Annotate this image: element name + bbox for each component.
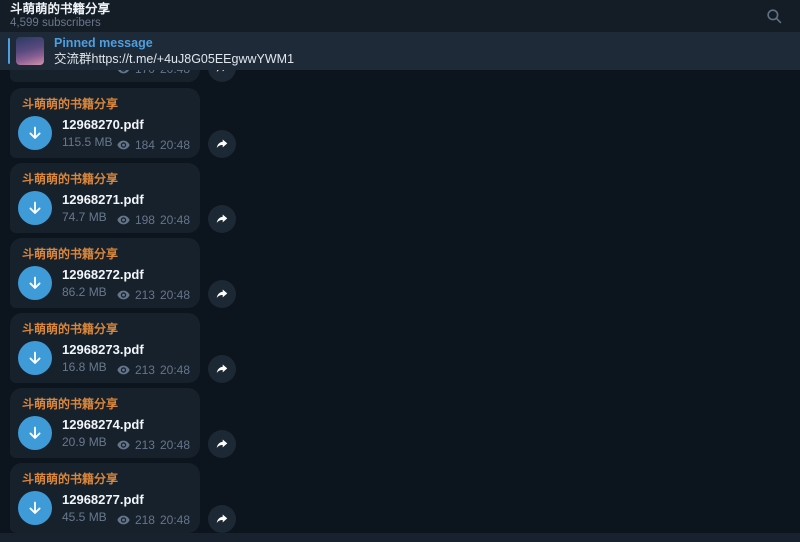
message-bubble: 斗萌萌的书籍分享 12968271.pdf 74.7 MB: [10, 163, 200, 233]
message-meta: 213 20:48: [117, 363, 190, 377]
message-meta: 213 20:48: [117, 438, 190, 452]
eye-icon: [117, 215, 130, 225]
download-button[interactable]: [18, 416, 52, 450]
message-time: 20:48: [160, 438, 190, 452]
file-name[interactable]: 12968270.pdf: [62, 117, 144, 133]
view-count: 213: [135, 288, 155, 302]
message-time: 20:48: [160, 363, 190, 377]
message-time: 20:48: [160, 213, 190, 227]
message-row: 斗萌萌的书籍分享 12968273.pdf 16.8 MB: [10, 313, 250, 383]
forward-button[interactable]: [208, 355, 236, 383]
forward-button[interactable]: [208, 430, 236, 458]
message-bubble: 斗萌萌的书籍分享 12968272.pdf 86.2 MB: [10, 238, 200, 308]
sender-name[interactable]: 斗萌萌的书籍分享: [10, 463, 200, 487]
sender-name[interactable]: 斗萌萌的书籍分享: [10, 388, 200, 412]
message-row: 斗萌萌的书籍分享 12968271.pdf 74.7 MB: [10, 163, 250, 233]
forward-button[interactable]: [208, 505, 236, 533]
sender-name[interactable]: 斗萌萌的书籍分享: [10, 313, 200, 337]
view-count: 213: [135, 438, 155, 452]
message-time: 20:48: [160, 138, 190, 152]
telegram-channel-window: 斗萌萌的书籍分享 4,599 subscribers Pinned messag…: [0, 0, 800, 542]
view-count: 184: [135, 138, 155, 152]
sender-name[interactable]: 斗萌萌的书籍分享: [10, 238, 200, 262]
download-button[interactable]: [18, 191, 52, 225]
forward-button[interactable]: [208, 280, 236, 308]
message-scroll-area[interactable]: 170 20:48 斗萌萌的书籍分享: [0, 70, 800, 533]
message-time: 20:48: [160, 513, 190, 527]
message-row: 斗萌萌的书籍分享 12968274.pdf 20.9 MB: [10, 388, 250, 458]
pinned-thumbnail: [16, 37, 44, 65]
message-bubble: 斗萌萌的书籍分享 12968274.pdf 20.9 MB: [10, 388, 200, 458]
pinned-message-bar[interactable]: Pinned message 交流群https://t.me/+4uJ8G05E…: [0, 32, 800, 70]
pinned-label: Pinned message: [54, 36, 294, 51]
message-row: 斗萌萌的书籍分享 12968272.pdf 86.2 MB: [10, 238, 250, 308]
eye-icon: [117, 140, 130, 150]
pinned-accent-bar: [8, 38, 10, 64]
compose-area-edge: [0, 533, 800, 542]
chat-header-info[interactable]: 斗萌萌的书籍分享 4,599 subscribers: [10, 2, 110, 31]
file-name[interactable]: 12968271.pdf: [62, 192, 144, 208]
message-meta: 218 20:48: [117, 513, 190, 527]
message-bubble: 斗萌萌的书籍分享 12968277.pdf 45.5 MB: [10, 463, 200, 533]
download-button[interactable]: [18, 116, 52, 150]
subscriber-count: 4,599 subscribers: [10, 17, 110, 30]
eye-icon: [117, 515, 130, 525]
chat-header: 斗萌萌的书籍分享 4,599 subscribers: [0, 0, 800, 32]
forward-button[interactable]: [208, 205, 236, 233]
file-name[interactable]: 12968277.pdf: [62, 492, 144, 508]
file-name[interactable]: 12968274.pdf: [62, 417, 144, 433]
download-button[interactable]: [18, 341, 52, 375]
pinned-message-text: 交流群https://t.me/+4uJ8G05EEgwwYWM1: [54, 52, 294, 67]
view-count: 213: [135, 363, 155, 377]
message-meta: 184 20:48: [117, 138, 190, 152]
message-bubble: 斗萌萌的书籍分享 12968273.pdf 16.8 MB: [10, 313, 200, 383]
view-count: 198: [135, 213, 155, 227]
message-meta: 198 20:48: [117, 213, 190, 227]
message-row: 斗萌萌的书籍分享 12968270.pdf 115.5 MB: [10, 88, 250, 158]
message-meta: 213 20:48: [117, 288, 190, 302]
message-bubble: 斗萌萌的书籍分享 12968270.pdf 115.5 MB: [10, 88, 200, 158]
message-list: 斗萌萌的书籍分享 12968270.pdf 115.5 MB: [10, 70, 250, 533]
download-button[interactable]: [18, 491, 52, 525]
file-name[interactable]: 12968273.pdf: [62, 342, 144, 358]
sender-name[interactable]: 斗萌萌的书籍分享: [10, 88, 200, 112]
search-icon[interactable]: [764, 6, 784, 26]
eye-icon: [117, 290, 130, 300]
forward-button[interactable]: [208, 130, 236, 158]
download-button[interactable]: [18, 266, 52, 300]
channel-title: 斗萌萌的书籍分享: [10, 2, 110, 16]
view-count: 218: [135, 513, 155, 527]
message-time: 20:48: [160, 288, 190, 302]
message-row: 斗萌萌的书籍分享 12968277.pdf 45.5 MB: [10, 463, 250, 533]
file-name[interactable]: 12968272.pdf: [62, 267, 144, 283]
sender-name[interactable]: 斗萌萌的书籍分享: [10, 163, 200, 187]
eye-icon: [117, 440, 130, 450]
eye-icon: [117, 365, 130, 375]
pinned-texts: Pinned message 交流群https://t.me/+4uJ8G05E…: [54, 36, 294, 67]
